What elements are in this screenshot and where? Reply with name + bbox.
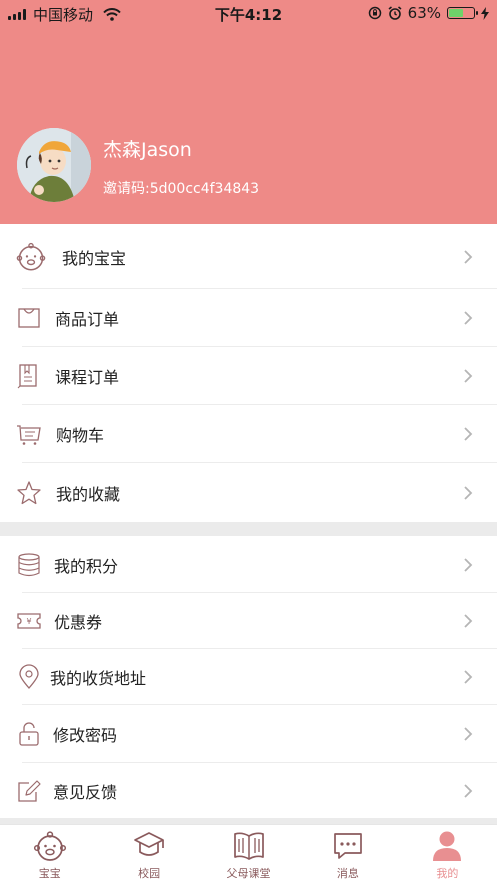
chevron-right-icon (464, 670, 473, 684)
svg-text:¥: ¥ (26, 617, 31, 626)
shopping-bag-icon (18, 308, 40, 328)
lock-icon (19, 722, 39, 746)
rotation-lock-icon (368, 6, 381, 20)
coupon-icon: ¥ (17, 613, 41, 629)
tab-label: 消息 (336, 867, 359, 880)
tab-label: 校园 (138, 867, 161, 880)
tab-parent-class[interactable]: 父母课堂 (199, 825, 298, 883)
status-bar: 中国移动 下午4:12 63% (0, 0, 497, 26)
graduation-cap-icon (134, 832, 164, 856)
baby-face-icon (33, 831, 66, 861)
cart-icon (17, 425, 41, 445)
open-book-icon (233, 832, 264, 860)
chevron-right-icon (464, 783, 473, 798)
status-right: 63% (368, 4, 489, 22)
avatar[interactable] (17, 128, 91, 202)
battery-percent: 63% (407, 4, 441, 22)
invite-code[interactable]: 邀请码:5d00cc4f34843 (103, 178, 259, 198)
chevron-right-icon (464, 727, 473, 741)
menu-item-address[interactable]: 我的收货地址 (0, 649, 497, 705)
avatar-illustration (17, 128, 91, 202)
chevron-right-icon (464, 485, 473, 500)
profile-header: 中国移动 下午4:12 63% 杰森Jason 邀请码:5d00cc4f3484… (0, 0, 497, 224)
chevron-right-icon (464, 369, 473, 383)
book-icon (17, 364, 37, 389)
coins-icon (18, 552, 40, 576)
menu-item-coupons[interactable]: ¥ 优惠券 (0, 593, 497, 649)
menu-label: 意见反馈 (53, 782, 118, 802)
menu-group-account: 我的积分 ¥ 优惠券 我的收货地址 修改密码 意见反馈 (0, 536, 497, 818)
edit-icon (18, 779, 41, 802)
username: 杰森Jason (103, 139, 192, 161)
menu-item-product-orders[interactable]: 商品订单 (0, 289, 497, 347)
bottom-tab-bar: 宝宝 校园 父母课堂 消息 我的 (0, 824, 497, 883)
menu-item-favorites[interactable]: 我的收藏 (0, 463, 497, 522)
menu-group-orders: 我的宝宝 商品订单 课程订单 购物车 我的收藏 (0, 224, 497, 522)
menu-item-course-orders[interactable]: 课程订单 (0, 347, 497, 405)
message-icon (334, 833, 362, 859)
menu-item-my-baby[interactable]: 我的宝宝 (0, 224, 497, 289)
location-pin-icon (19, 664, 39, 689)
menu-label: 课程订单 (55, 368, 120, 387)
menu-label: 我的积分 (54, 556, 119, 576)
menu-label: 我的收藏 (56, 484, 121, 504)
charging-icon (481, 6, 489, 20)
section-divider (0, 522, 497, 536)
chevron-right-icon (464, 614, 473, 628)
menu-label: 优惠券 (54, 613, 103, 632)
chevron-right-icon (464, 311, 473, 325)
chevron-right-icon (464, 249, 473, 264)
tab-campus[interactable]: 校园 (99, 825, 198, 883)
menu-label: 我的收货地址 (50, 669, 147, 688)
baby-face-icon (16, 242, 46, 270)
tab-mine[interactable]: 我的 (398, 825, 497, 883)
menu-item-points[interactable]: 我的积分 (0, 536, 497, 593)
tab-label: 宝宝 (38, 867, 61, 880)
tab-label: 父母课堂 (226, 867, 271, 880)
menu-item-cart[interactable]: 购物车 (0, 405, 497, 463)
menu-label: 我的宝宝 (62, 248, 127, 268)
person-icon (433, 831, 462, 861)
menu-label: 修改密码 (53, 726, 118, 745)
tab-label: 我的 (436, 867, 459, 880)
menu-label: 商品订单 (55, 310, 120, 329)
star-icon (17, 480, 41, 504)
menu-item-feedback[interactable]: 意见反馈 (0, 763, 497, 818)
chevron-right-icon (464, 427, 473, 441)
alarm-icon (388, 6, 402, 20)
tab-messages[interactable]: 消息 (298, 825, 397, 883)
battery-icon (447, 7, 478, 19)
menu-label: 购物车 (56, 426, 105, 445)
tab-baby[interactable]: 宝宝 (0, 825, 99, 883)
chevron-right-icon (464, 557, 473, 572)
menu-item-change-password[interactable]: 修改密码 (0, 705, 497, 763)
battery-fill (449, 9, 464, 17)
